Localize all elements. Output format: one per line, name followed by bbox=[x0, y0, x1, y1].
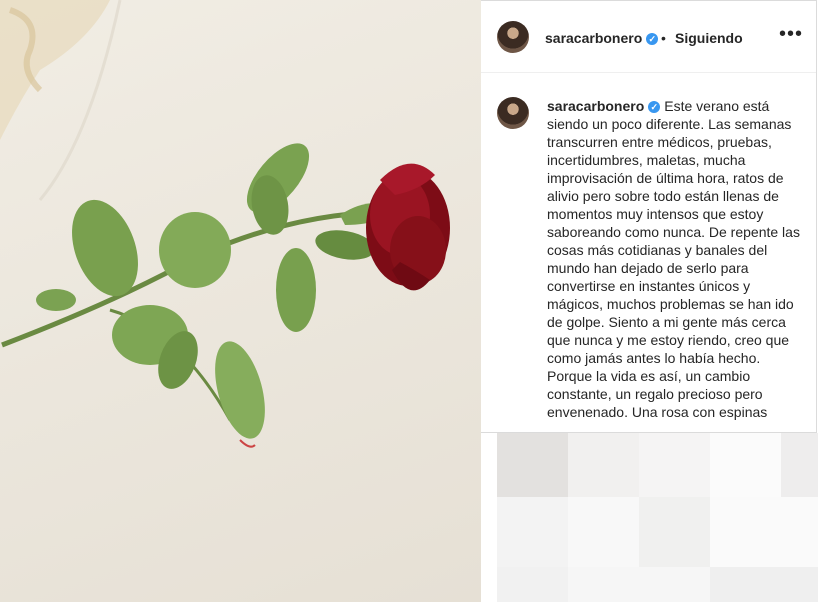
blurred-thumbnail-grid bbox=[497, 433, 818, 602]
thumbnail bbox=[710, 567, 818, 602]
separator-dot: • bbox=[661, 30, 666, 46]
thumbnail bbox=[568, 497, 639, 567]
more-options-icon[interactable]: ••• bbox=[779, 23, 803, 46]
caption-text: Este verano está siendo un poco diferent… bbox=[547, 98, 800, 420]
thumbnail bbox=[497, 567, 568, 602]
thumbnail bbox=[568, 433, 639, 497]
thumbnail bbox=[639, 497, 710, 567]
username-text[interactable]: saracarbonero bbox=[545, 30, 642, 46]
thumbnail bbox=[497, 433, 568, 497]
username-link[interactable]: saracarbonero ✓ bbox=[545, 30, 659, 46]
post-header: saracarbonero ✓ • Siguiendo ••• bbox=[481, 1, 816, 73]
post-panel: saracarbonero ✓ • Siguiendo ••• saracarbo… bbox=[481, 0, 817, 433]
caption-username[interactable]: saracarbonero ✓ bbox=[547, 98, 661, 114]
verified-badge-icon: ✓ bbox=[648, 101, 661, 113]
following-button[interactable]: Siguiendo bbox=[675, 30, 743, 46]
thumbnail bbox=[781, 433, 818, 497]
thumbnail bbox=[568, 567, 710, 602]
avatar[interactable] bbox=[497, 21, 529, 53]
caption-username-text[interactable]: saracarbonero bbox=[547, 98, 644, 114]
post-photo[interactable] bbox=[0, 0, 481, 602]
rose-image bbox=[0, 0, 450, 448]
thumbnail bbox=[497, 497, 568, 567]
post-caption: saracarbonero ✓ Este verano está siendo un… bbox=[547, 97, 809, 421]
thumbnail bbox=[710, 433, 781, 497]
verified-badge-icon: ✓ bbox=[646, 33, 659, 45]
thumbnail bbox=[710, 497, 818, 567]
caption-avatar[interactable] bbox=[497, 97, 529, 129]
thumbnail bbox=[639, 433, 710, 497]
